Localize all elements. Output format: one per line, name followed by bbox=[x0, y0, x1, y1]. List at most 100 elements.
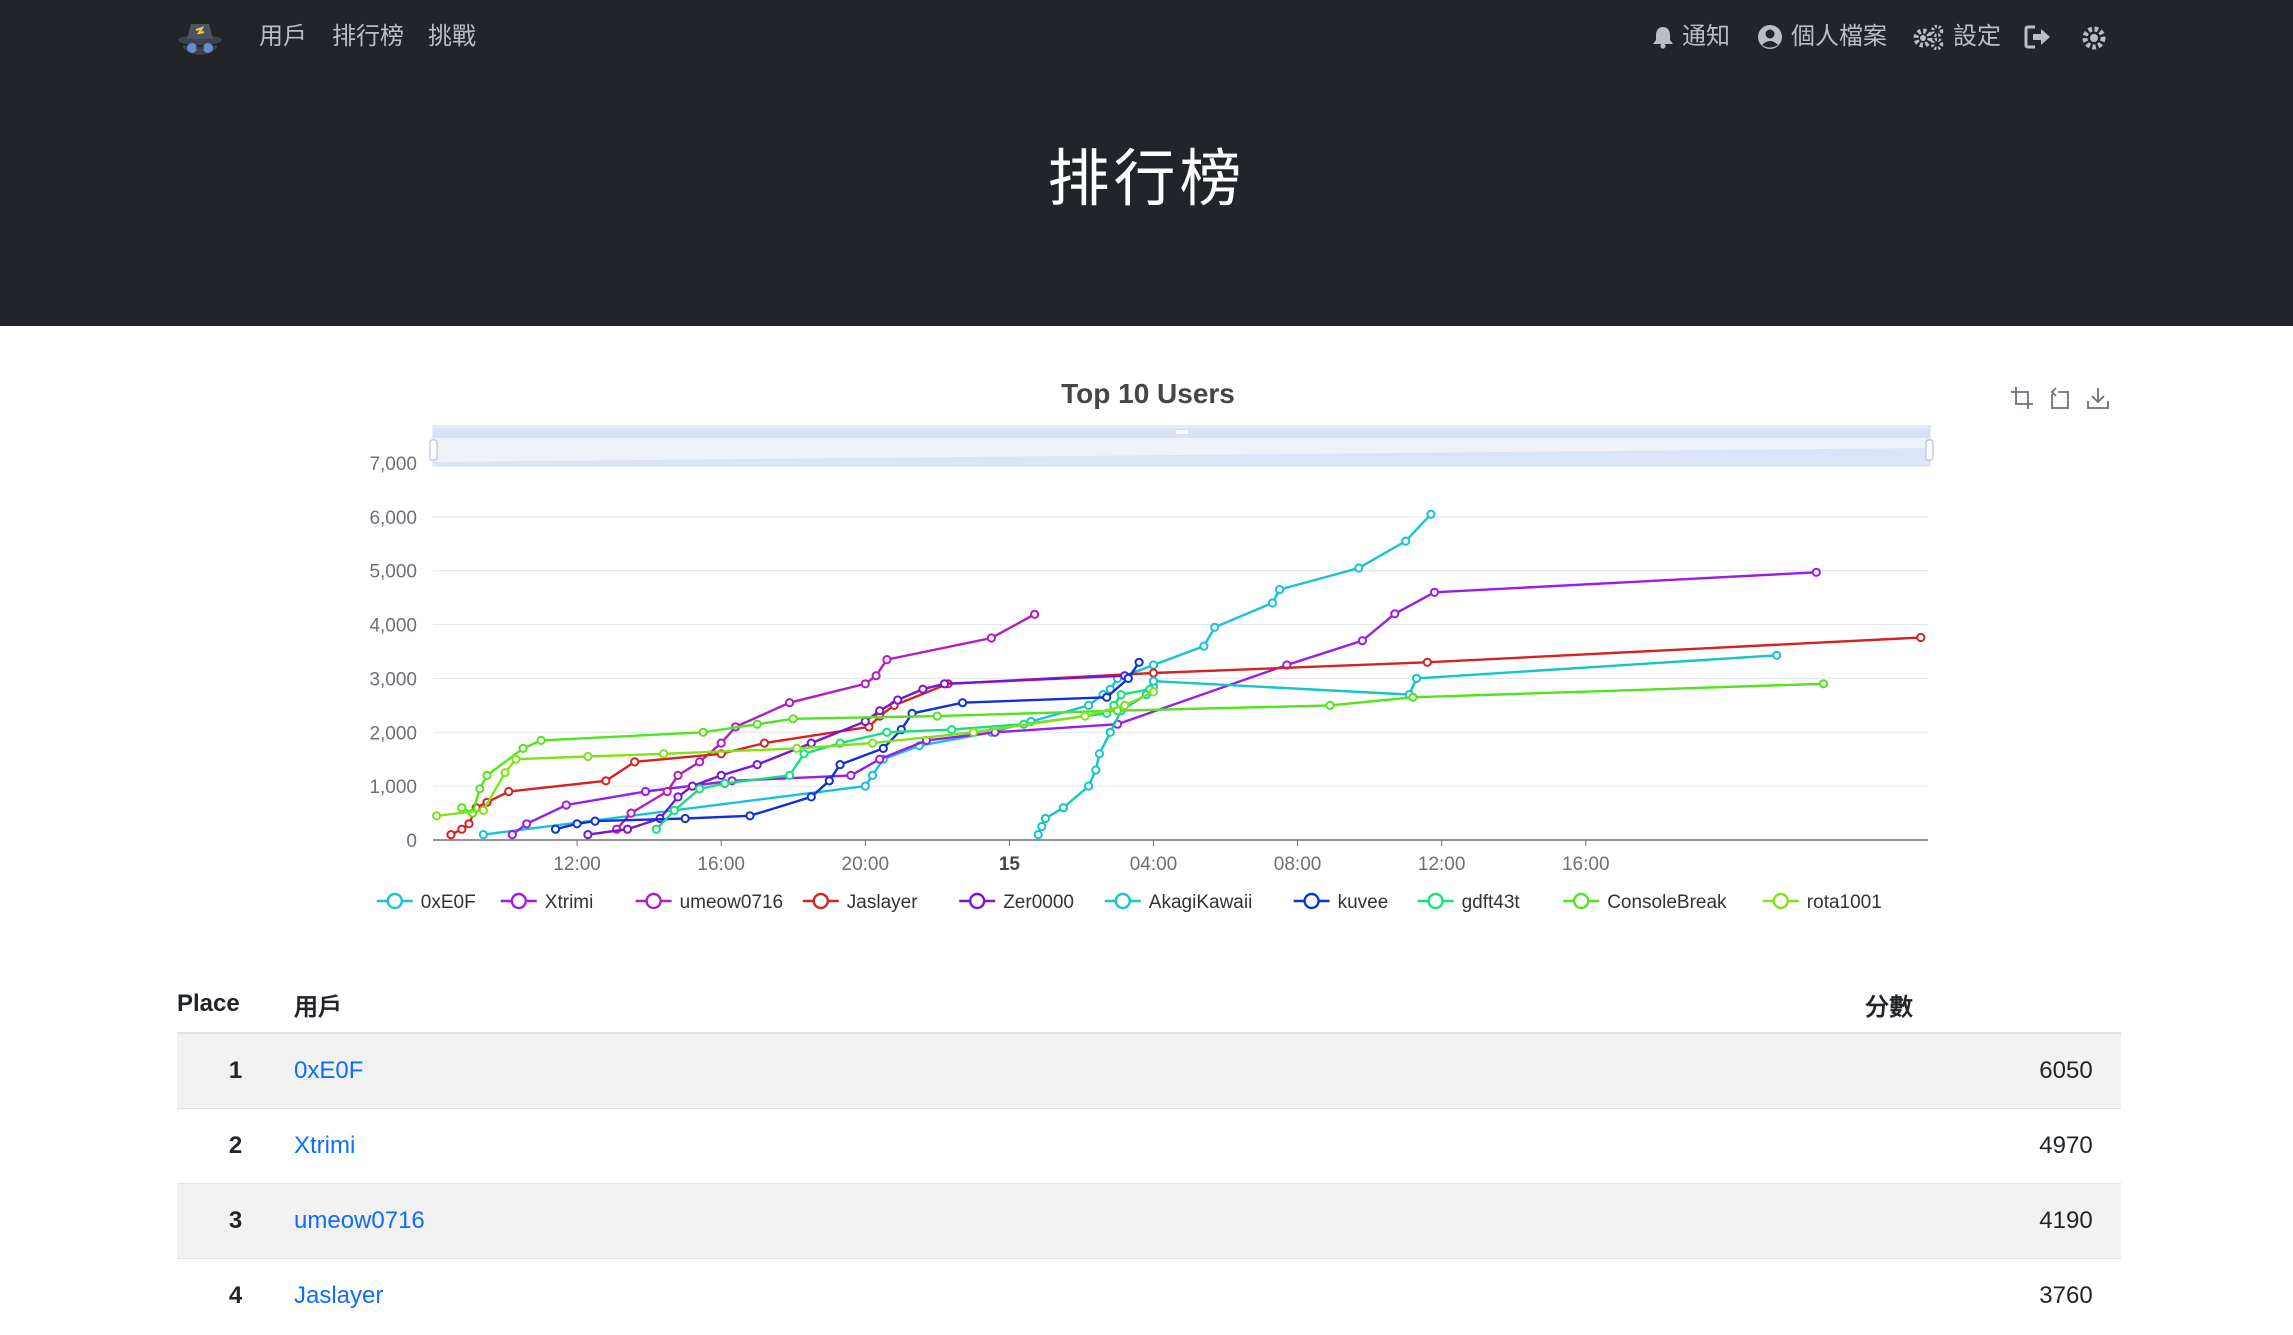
data-point[interactable] bbox=[464, 819, 474, 829]
legend-item[interactable]: umeow0716 bbox=[635, 892, 784, 913]
data-point[interactable] bbox=[669, 805, 680, 816]
legend-item[interactable]: 0xE0F bbox=[376, 892, 476, 913]
data-point[interactable] bbox=[1116, 690, 1126, 700]
data-point[interactable] bbox=[860, 679, 870, 689]
data-point[interactable] bbox=[893, 695, 903, 705]
data-point[interactable] bbox=[1058, 803, 1069, 813]
data-point[interactable] bbox=[716, 770, 726, 781]
data-point[interactable] bbox=[1080, 711, 1090, 721]
user-link[interactable]: 0xE0F bbox=[294, 1057, 363, 1084]
data-point[interactable] bbox=[478, 805, 488, 816]
data-point[interactable] bbox=[1134, 657, 1144, 667]
data-point[interactable] bbox=[590, 816, 600, 826]
data-point[interactable] bbox=[583, 830, 593, 840]
data-point[interactable] bbox=[698, 727, 708, 737]
data-point[interactable] bbox=[752, 760, 762, 770]
data-point[interactable] bbox=[947, 725, 957, 735]
data-point[interactable] bbox=[457, 803, 467, 813]
data-point[interactable] bbox=[640, 786, 651, 797]
theme-toggle-icon[interactable] bbox=[2080, 24, 2108, 52]
data-point[interactable] bbox=[788, 714, 798, 724]
data-point[interactable] bbox=[482, 770, 492, 781]
datazoom-slider[interactable] bbox=[429, 425, 1934, 467]
data-point[interactable] bbox=[1040, 813, 1051, 824]
data-point[interactable] bbox=[792, 743, 802, 754]
nav-notifications[interactable]: 通知 bbox=[1652, 20, 1730, 54]
data-point[interactable] bbox=[500, 768, 510, 778]
legend-item[interactable]: Xtrimi bbox=[500, 892, 594, 913]
data-point[interactable] bbox=[968, 727, 979, 737]
data-point[interactable] bbox=[1094, 749, 1105, 759]
data-point[interactable] bbox=[716, 738, 726, 748]
data-point[interactable] bbox=[572, 819, 582, 829]
data-point[interactable] bbox=[1148, 687, 1159, 697]
data-point[interactable] bbox=[511, 754, 521, 764]
data-point[interactable] bbox=[446, 830, 456, 840]
data-point[interactable] bbox=[759, 738, 770, 748]
data-point[interactable] bbox=[1030, 609, 1040, 619]
nav-link-leaderboard[interactable]: 排行榜 bbox=[332, 20, 404, 54]
data-point[interactable] bbox=[1422, 657, 1432, 667]
data-point[interactable] bbox=[662, 786, 672, 797]
data-point[interactable] bbox=[601, 776, 611, 786]
legend-item[interactable]: kuvee bbox=[1293, 892, 1389, 913]
data-point[interactable] bbox=[536, 735, 546, 746]
data-point[interactable] bbox=[882, 727, 892, 737]
data-point[interactable] bbox=[835, 760, 845, 770]
legend-item[interactable]: AkagiKawaii bbox=[1104, 892, 1253, 913]
legend-item[interactable]: Jaslayer bbox=[802, 892, 918, 913]
legend-item[interactable]: ConsoleBreak bbox=[1563, 892, 1727, 913]
data-point[interactable] bbox=[1148, 668, 1159, 678]
data-point[interactable] bbox=[867, 770, 878, 781]
data-point[interactable] bbox=[457, 824, 467, 834]
data-point[interactable] bbox=[875, 754, 885, 764]
data-point[interactable] bbox=[550, 824, 561, 834]
data-point[interactable] bbox=[673, 792, 683, 802]
data-point[interactable] bbox=[1084, 781, 1094, 791]
data-point[interactable] bbox=[1148, 660, 1159, 670]
data-point[interactable] bbox=[1123, 673, 1133, 684]
user-link[interactable]: umeow0716 bbox=[294, 1207, 425, 1234]
data-point[interactable] bbox=[785, 770, 795, 781]
datazoom-move-handle[interactable] bbox=[1176, 430, 1188, 434]
data-point[interactable] bbox=[1275, 585, 1285, 595]
data-point[interactable] bbox=[432, 811, 442, 821]
data-point[interactable] bbox=[504, 786, 514, 797]
data-point[interactable] bbox=[846, 770, 856, 781]
data-point[interactable] bbox=[478, 830, 488, 840]
data-point[interactable] bbox=[1210, 622, 1220, 632]
data-point[interactable] bbox=[1084, 700, 1094, 711]
datazoom-left-handle[interactable] bbox=[429, 439, 438, 461]
data-point[interactable] bbox=[860, 781, 870, 791]
data-point[interactable] bbox=[1120, 700, 1130, 711]
nav-settings[interactable]: 設定 bbox=[1913, 20, 2001, 54]
data-point[interactable] bbox=[1401, 536, 1411, 546]
data-point[interactable] bbox=[806, 792, 816, 802]
data-point[interactable] bbox=[1916, 632, 1926, 643]
data-point[interactable] bbox=[1811, 567, 1821, 577]
data-point[interactable] bbox=[1426, 509, 1436, 519]
nav-link-challenges[interactable]: 挑戰 bbox=[428, 20, 476, 54]
data-point[interactable] bbox=[1037, 821, 1047, 832]
data-point[interactable] bbox=[871, 671, 881, 681]
data-point[interactable] bbox=[799, 749, 809, 759]
data-point[interactable] bbox=[626, 808, 636, 818]
data-point[interactable] bbox=[1357, 636, 1368, 646]
zoom-reset-icon[interactable] bbox=[2048, 386, 2072, 410]
data-point[interactable] bbox=[1354, 563, 1364, 573]
data-point[interactable] bbox=[1429, 587, 1440, 597]
data-point[interactable] bbox=[507, 830, 517, 840]
data-point[interactable] bbox=[1818, 679, 1829, 689]
data-point[interactable] bbox=[680, 813, 690, 824]
data-point[interactable] bbox=[720, 778, 730, 789]
data-point[interactable] bbox=[1411, 673, 1422, 684]
data-point[interactable] bbox=[659, 749, 669, 759]
data-point[interactable] bbox=[518, 743, 528, 754]
data-point[interactable] bbox=[1408, 692, 1418, 702]
nav-profile[interactable]: 個人檔案 bbox=[1757, 20, 1887, 54]
data-point[interactable] bbox=[939, 679, 950, 689]
save-image-icon[interactable] bbox=[2086, 386, 2110, 410]
data-point[interactable] bbox=[878, 743, 888, 754]
data-point[interactable] bbox=[651, 824, 661, 834]
data-point[interactable] bbox=[867, 738, 878, 748]
